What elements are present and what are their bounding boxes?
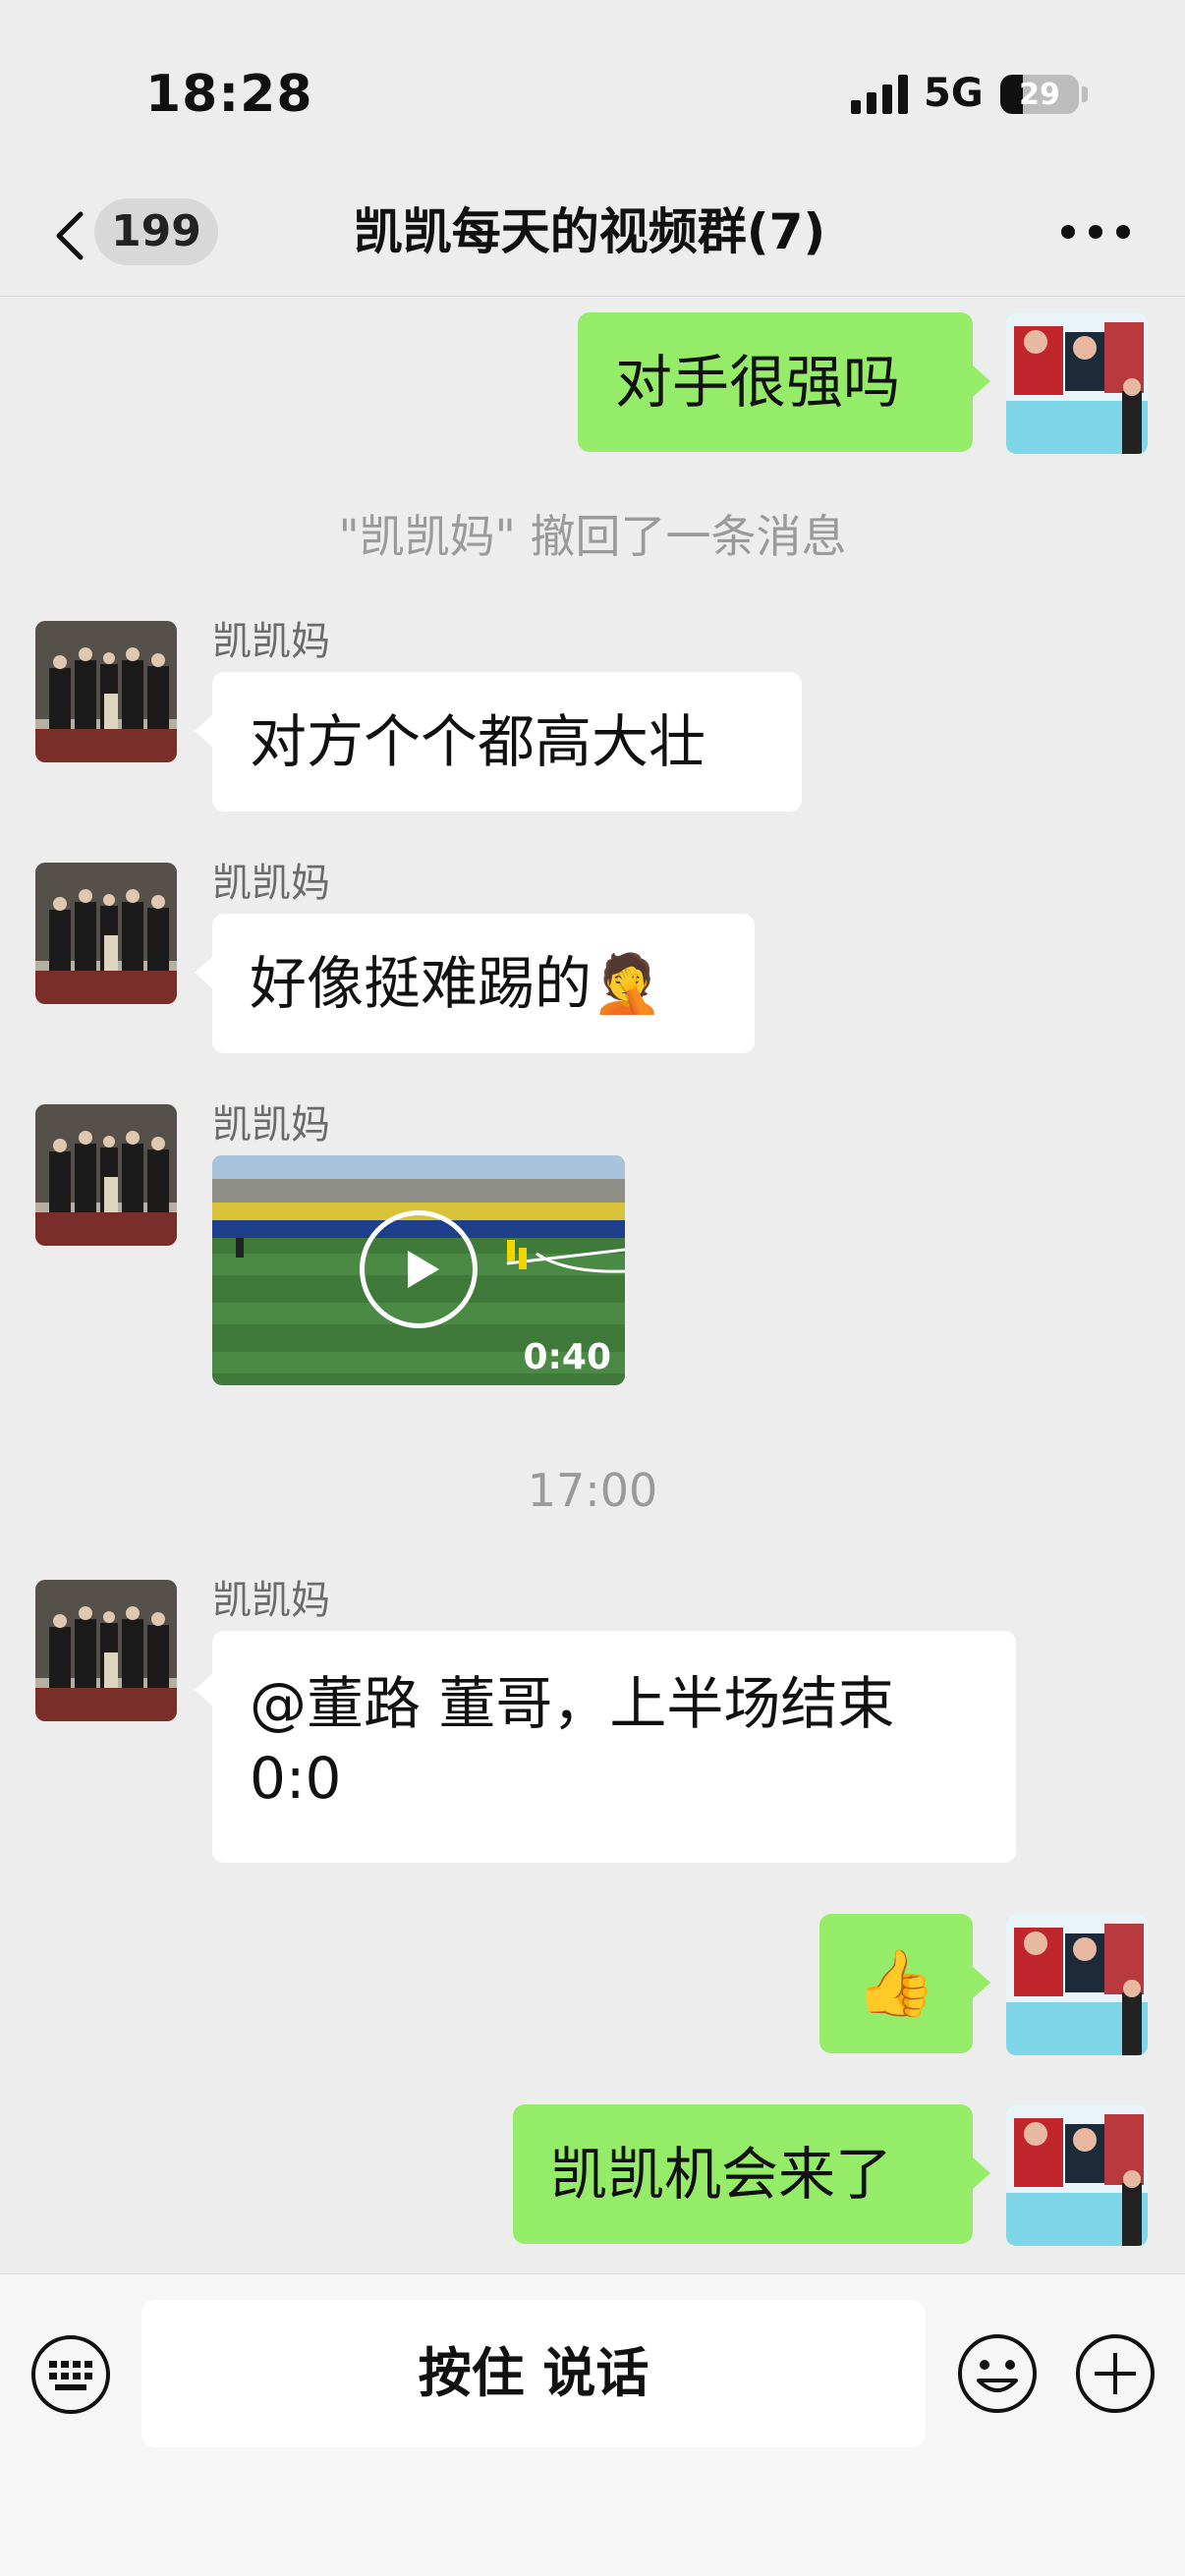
thumbs-up-emoji: 👍 xyxy=(855,1945,937,2021)
my-avatar[interactable] xyxy=(1006,2104,1148,2246)
bubble-tail xyxy=(195,715,212,747)
sender-avatar[interactable] xyxy=(35,621,177,762)
message-text-line2: 0:0 xyxy=(250,1745,342,1812)
chat-title: 凯凯每天的视频群(7) xyxy=(353,203,826,260)
signal-icon xyxy=(851,75,908,114)
message-bubble-incoming[interactable]: 好像挺难踢的🤦 xyxy=(212,914,755,1053)
unread-count-badge[interactable]: 199 xyxy=(94,198,218,265)
bubble-tail xyxy=(973,1967,990,1998)
message-text-line1: @董路 董哥，上半场结束 xyxy=(250,1670,895,1737)
facepalm-emoji: 🤦 xyxy=(592,950,663,1017)
play-icon[interactable] xyxy=(360,1210,478,1328)
battery-level: 29 xyxy=(1019,78,1060,112)
sender-name: 凯凯妈 xyxy=(212,1578,330,1623)
plus-icon[interactable] xyxy=(1073,2331,1157,2416)
message-bubble-outgoing[interactable]: 👍 xyxy=(819,1914,973,2053)
network-type: 5G xyxy=(924,71,984,116)
bubble-tail xyxy=(195,957,212,988)
sender-name: 凯凯妈 xyxy=(212,1102,330,1148)
status-time: 18:28 xyxy=(145,65,313,124)
battery-icon: 29 xyxy=(1000,75,1079,114)
message-text: 对方个个都高大壮 xyxy=(250,708,706,775)
recall-notice: "凯凯妈" 撤回了一条消息 xyxy=(338,510,847,563)
sender-avatar[interactable] xyxy=(35,1580,177,1721)
input-bar: 按住 说话 xyxy=(0,2273,1185,2576)
bubble-tail xyxy=(973,365,990,397)
video-duration: 0:40 xyxy=(523,1337,611,1377)
sender-avatar[interactable] xyxy=(35,863,177,1004)
nav-bar: 199 凯凯每天的视频群(7) xyxy=(0,187,1185,297)
bubble-tail xyxy=(195,1674,212,1706)
sender-name: 凯凯妈 xyxy=(212,861,330,906)
message-text: 好像挺难踢的 xyxy=(250,950,592,1017)
timestamp: 17:00 xyxy=(527,1464,658,1517)
video-message[interactable]: 0:40 xyxy=(212,1155,625,1385)
sender-name: 凯凯妈 xyxy=(212,619,330,664)
bubble-tail xyxy=(973,2157,990,2189)
my-avatar[interactable] xyxy=(1006,1914,1148,2055)
message-bubble-outgoing[interactable]: 对手很强吗 xyxy=(578,312,973,452)
message-bubble-incoming[interactable]: @董路 董哥，上半场结束 0:0 xyxy=(212,1631,1016,1863)
hold-to-talk-button[interactable]: 按住 说话 xyxy=(141,2300,926,2447)
status-bar: 18:28 5G 29 xyxy=(0,0,1185,187)
more-options-icon[interactable] xyxy=(1061,220,1132,240)
keyboard-icon[interactable] xyxy=(29,2333,112,2416)
message-bubble-incoming[interactable]: 对方个个都高大壮 xyxy=(212,672,802,812)
battery-cap xyxy=(1082,86,1088,102)
emoji-icon[interactable] xyxy=(955,2331,1040,2416)
back-icon[interactable] xyxy=(49,206,92,265)
message-text: 凯凯机会来了 xyxy=(550,2141,893,2208)
message-bubble-outgoing[interactable]: 凯凯机会来了 xyxy=(513,2104,973,2244)
sender-avatar[interactable] xyxy=(35,1104,177,1246)
message-text: 对手很强吗 xyxy=(615,349,901,416)
my-avatar[interactable] xyxy=(1006,312,1148,454)
